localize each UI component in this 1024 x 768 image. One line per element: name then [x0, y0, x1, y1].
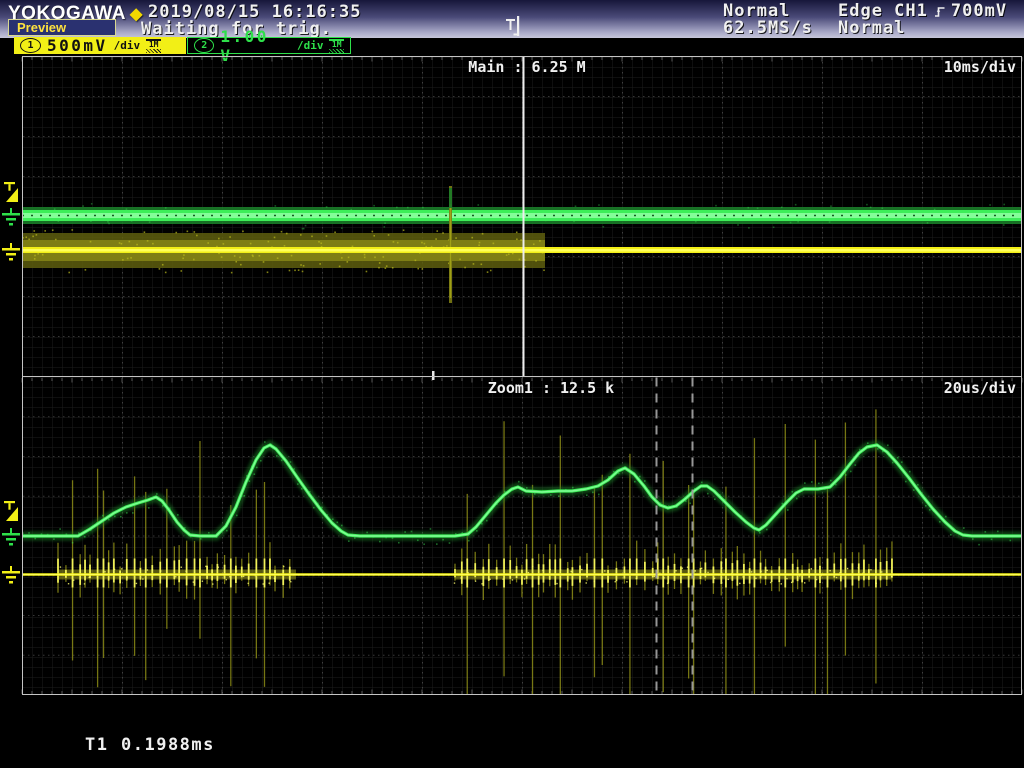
t1-value: 0.1988ms — [121, 735, 215, 755]
main-window-title: Main : 6.25 M — [468, 58, 586, 76]
main-timebase: 10ms/div — [943, 58, 1016, 76]
cursor-readouts: T10.1988ms T20.2060ms V1-460mV V2130mV — [85, 695, 215, 768]
t1-label: T1 — [85, 735, 109, 755]
zoom-timebase: 20us/div — [943, 379, 1016, 397]
oscilloscope-screen: YOKOGAWA ◆ 2019/08/15 16:16:35 Waiting fo… — [0, 0, 1024, 768]
max-readouts: Max(C1)2160mV Max(C2)2.58 V — [495, 727, 657, 768]
cursor-t1-row: T1 0.1988ms — [85, 735, 215, 755]
min-readouts: Min(C1)-1020mV Min(C2)-0.47 V — [755, 727, 929, 768]
zoom-window-title: Zoom1 : 12.5 k — [487, 379, 615, 397]
